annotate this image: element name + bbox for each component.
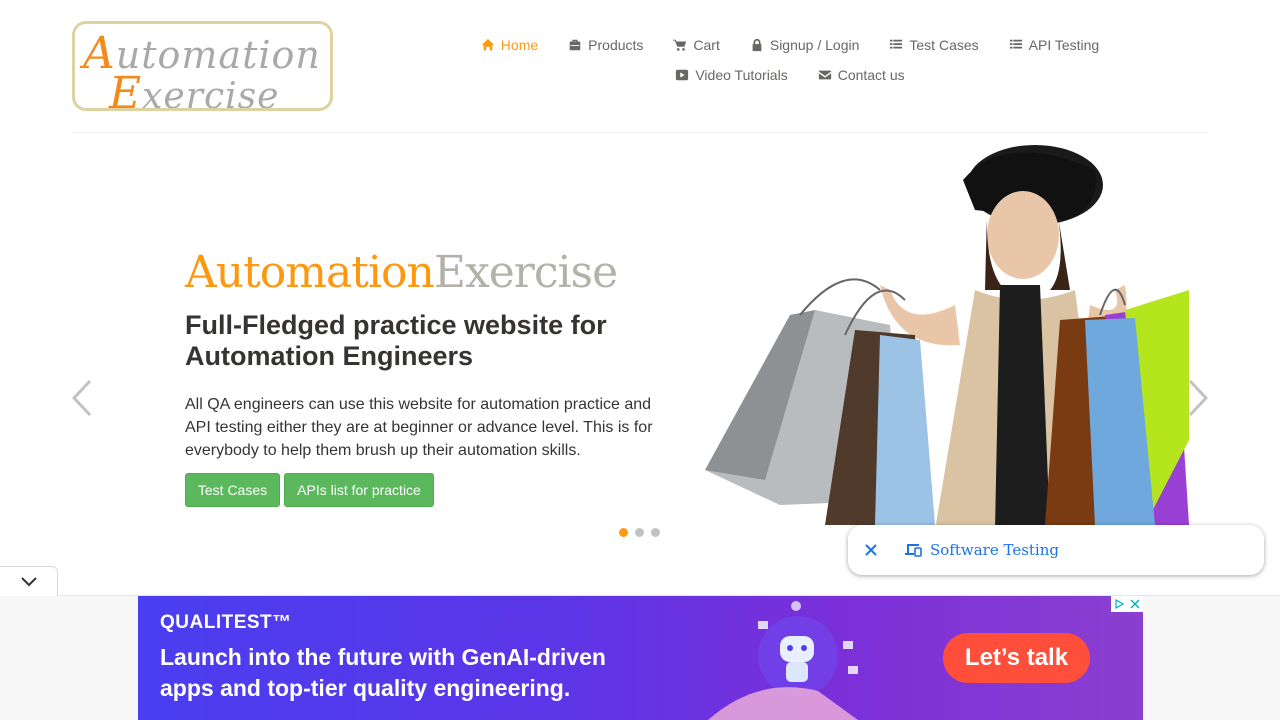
ad-collapse-button[interactable] [0, 566, 58, 596]
nav-cart-label: Cart [693, 37, 720, 53]
robot-hand-illustration [708, 601, 858, 720]
ad-headline-line2: apps and top-tier quality engineering. [160, 675, 571, 701]
slider-title-part1: Automation [185, 247, 435, 298]
youtube-icon [676, 69, 689, 81]
nav-home-label: Home [500, 37, 539, 53]
slider-subtitle: Full-Fledged practice website for Automa… [185, 310, 607, 371]
nav-test-cases-label: Test Cases [909, 37, 979, 53]
slider-dot-1[interactable] [619, 528, 628, 537]
nav-row-2: Video Tutorials Contact us [470, 60, 1110, 90]
slider-prev-arrow[interactable] [70, 378, 94, 418]
cart-icon [673, 39, 687, 51]
home-icon [481, 38, 494, 51]
software-testing-chip[interactable]: Software Testing [848, 525, 1264, 575]
ad-close-button[interactable] [1127, 596, 1143, 612]
nav-video-tutorials-label: Video Tutorials [695, 67, 788, 83]
nav-api-testing-label: API Testing [1028, 37, 1100, 53]
lock-icon [752, 38, 762, 52]
nav-signup-login[interactable]: Signup / Login [750, 37, 860, 53]
ad-brand: QUALITEST™ [160, 612, 292, 633]
nav-row-1: Home Products Cart Signup / Login Test C… [470, 30, 1110, 60]
slider-description: All QA engineers can use this website fo… [185, 396, 653, 459]
nav-api-testing[interactable]: API Testing [1009, 37, 1100, 53]
close-icon [1130, 599, 1140, 609]
devices-icon [905, 544, 922, 557]
ad-banner[interactable]: QUALITEST™ Launch into the future with G… [138, 596, 1143, 720]
chevron-right-icon [1188, 379, 1209, 417]
hero-shopping-girl-image [705, 145, 1189, 530]
logo-text-2: xercise [142, 76, 280, 111]
test-cases-button[interactable]: Test Cases [185, 473, 280, 507]
envelope-icon [818, 70, 831, 80]
nav-test-cases[interactable]: Test Cases [889, 37, 979, 53]
nav-home[interactable]: Home [481, 37, 538, 53]
nav-video-tutorials[interactable]: Video Tutorials [675, 67, 788, 83]
nav-contact-us[interactable]: Contact us [818, 67, 905, 83]
nav-products-label: Products [588, 37, 644, 53]
ad-choices-icon[interactable] [1111, 596, 1127, 612]
logo-line-2: Exercise [109, 68, 280, 111]
nav-cart[interactable]: Cart [673, 37, 720, 53]
list-icon [1009, 39, 1022, 49]
nav-products[interactable]: Products [568, 37, 643, 53]
play-icon [1115, 599, 1124, 609]
slider-indicators [619, 528, 660, 537]
nav-contact-us-label: Contact us [837, 67, 905, 83]
logo-cap-e: E [109, 68, 143, 111]
chevron-left-icon [71, 379, 92, 417]
slider-title-part2: Exercise [433, 247, 618, 298]
ad-headline-line1: Launch into the future with GenAI-driven [160, 644, 606, 670]
slider-dot-2[interactable] [635, 528, 644, 537]
close-icon [865, 544, 877, 556]
main-nav: Home Products Cart Signup / Login Test C… [470, 30, 1110, 90]
chevron-down-icon [20, 576, 37, 586]
slider-dot-3[interactable] [651, 528, 660, 537]
slider-title: AutomationExercise [185, 247, 618, 298]
nav-signup-login-label: Signup / Login [769, 37, 860, 53]
chip-label: Software Testing [930, 541, 1059, 559]
apis-list-button[interactable]: APIs list for practice [284, 473, 434, 507]
header-divider [72, 132, 1209, 133]
ad-cta-button[interactable]: Let’s talk [943, 633, 1090, 683]
chip-close-button[interactable] [848, 525, 894, 575]
site-logo[interactable]: Automation Exercise [72, 21, 333, 111]
briefcase-icon [569, 39, 581, 51]
list-icon [890, 39, 903, 49]
slider-next-arrow[interactable] [1186, 378, 1210, 418]
